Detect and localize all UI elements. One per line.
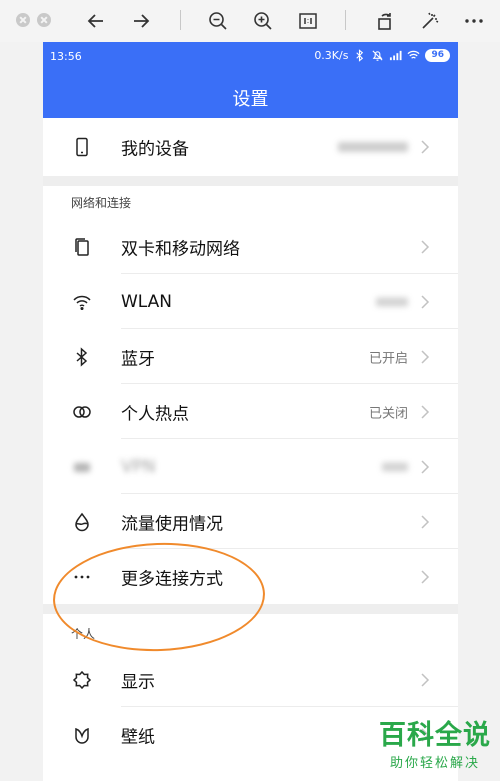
section-gap [43, 604, 458, 614]
battery-icon: 96 [425, 49, 450, 62]
data-usage-icon [71, 511, 93, 533]
more-icon [71, 566, 93, 588]
chevron-right-icon [420, 514, 430, 529]
toolbar-separator [345, 10, 346, 30]
wlan-row[interactable]: WLAN [43, 274, 458, 329]
bluetooth-icon [71, 346, 93, 368]
toolbar-separator [180, 10, 181, 30]
vpn-label: VPN [121, 456, 156, 477]
display-row[interactable]: 显示 [43, 652, 458, 707]
chevron-right-icon [420, 459, 430, 474]
sim-network-label: 双卡和移动网络 [121, 239, 240, 259]
phone-screen: 13:56 0.3K/s 96 设置 我的设备 网络和连接 双卡和移动网络 WL… [43, 42, 458, 781]
network-speed: 0.3K/s [314, 49, 349, 62]
watermark-logo: 百科全说 [379, 720, 491, 751]
sim-network-row[interactable]: 双卡和移动网络 [43, 219, 458, 274]
close-window-icon[interactable] [16, 13, 30, 27]
bluetooth-row[interactable]: 蓝牙 已开启 [43, 329, 458, 384]
chevron-right-icon [420, 569, 430, 584]
magic-wand-icon[interactable] [418, 9, 442, 33]
chevron-right-icon [420, 140, 430, 154]
wallpaper-icon [71, 724, 93, 746]
rotate-icon[interactable] [373, 9, 397, 33]
wifi-icon [71, 291, 93, 313]
section-title-personal: 个人 [71, 627, 96, 641]
chevron-right-icon [420, 349, 430, 364]
watermark: 百科全说 助你轻松解决 [372, 720, 498, 771]
image-viewer-toolbar [0, 0, 500, 42]
data-usage-label: 流量使用情况 [121, 514, 223, 534]
chevron-right-icon [420, 239, 430, 254]
vpn-icon [71, 456, 93, 478]
wallpaper-label: 壁纸 [121, 727, 155, 747]
chevron-right-icon [420, 294, 430, 309]
status-bar: 13:56 0.3K/s 96 [43, 42, 458, 72]
page-title: 设置 [232, 89, 269, 110]
my-device-label: 我的设备 [121, 139, 189, 160]
minimize-window-icon[interactable] [37, 13, 51, 27]
vpn-value-redacted [382, 462, 408, 471]
wlan-value-redacted [376, 297, 408, 306]
zoom-out-icon[interactable] [206, 9, 230, 33]
hotspot-icon [71, 401, 93, 423]
brightness-icon [71, 669, 93, 691]
my-device-row[interactable]: 我的设备 [43, 118, 458, 176]
back-arrow-icon[interactable] [84, 9, 108, 33]
wifi-icon [407, 50, 420, 59]
status-time: 13:56 [50, 50, 82, 63]
forward-arrow-icon[interactable] [129, 9, 153, 33]
chevron-right-icon [420, 404, 430, 419]
more-options-icon[interactable] [462, 9, 486, 33]
more-connections-row[interactable]: 更多连接方式 [43, 549, 458, 604]
my-device-value-redacted [338, 142, 408, 152]
hotspot-status: 已关闭 [368, 406, 408, 421]
section-gap [43, 176, 458, 186]
signal-icon [390, 50, 403, 61]
app-header: 设置 [43, 72, 458, 118]
vpn-row[interactable]: VPN [43, 439, 458, 494]
section-title-network: 网络和连接 [71, 196, 132, 210]
bluetooth-status: 已开启 [368, 351, 408, 366]
bluetooth-icon [356, 49, 364, 62]
bluetooth-label: 蓝牙 [121, 349, 155, 369]
wlan-label: WLAN [121, 291, 173, 312]
zoom-in-icon[interactable] [251, 9, 275, 33]
sim-card-icon [71, 236, 93, 258]
more-connections-label: 更多连接方式 [121, 569, 223, 589]
status-icons: 0.3K/s 96 [314, 49, 450, 62]
chevron-right-icon [420, 672, 430, 687]
phone-icon [71, 136, 93, 158]
mute-icon [372, 50, 384, 61]
watermark-subtitle: 助你轻松解决 [389, 756, 480, 771]
hotspot-label: 个人热点 [121, 404, 189, 424]
data-usage-row[interactable]: 流量使用情况 [43, 494, 458, 549]
actual-size-icon[interactable] [296, 9, 320, 33]
hotspot-row[interactable]: 个人热点 已关闭 [43, 384, 458, 439]
display-label: 显示 [121, 672, 155, 692]
